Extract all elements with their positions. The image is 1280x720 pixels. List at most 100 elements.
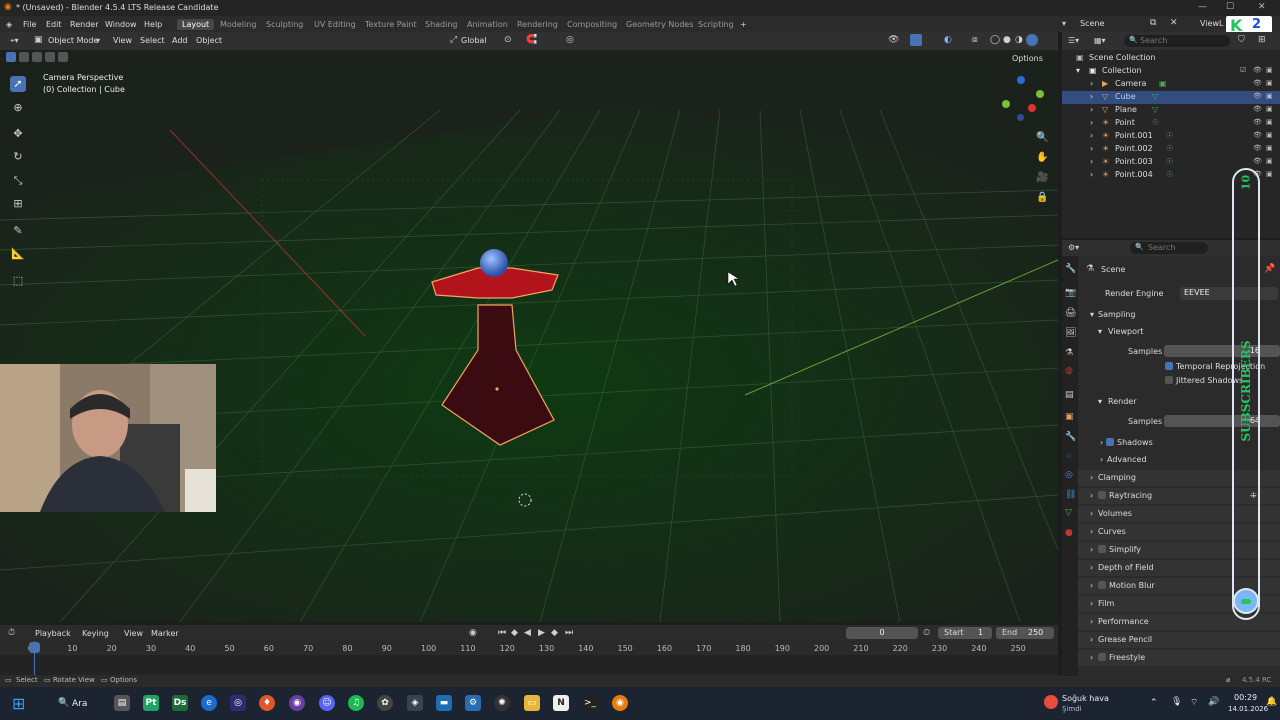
app-purple-icon[interactable]: ◉	[289, 695, 305, 711]
menu-render[interactable]: Render	[70, 20, 98, 29]
delete-scene-icon[interactable]: ✕	[1170, 18, 1178, 28]
timeline-menu-view[interactable]: View	[124, 629, 143, 638]
outliner-row-point-003[interactable]: › ☀ Point.003 ☉ 👁 ▣	[1062, 156, 1280, 169]
chevron-right-icon[interactable]: ›	[1090, 105, 1093, 114]
outliner-row-cube[interactable]: › ▽ Cube ▽ 👁 ▣	[1062, 91, 1280, 104]
tab-layout[interactable]: Layout	[177, 19, 215, 30]
render-samples-field[interactable]: 64	[1164, 415, 1280, 427]
select-box-tool-icon[interactable]: ➚	[10, 76, 26, 92]
raytracing-checkbox[interactable]	[1098, 491, 1106, 499]
eye-icon[interactable]: 👁	[1253, 79, 1262, 87]
outliner-search-input[interactable]: 🔍 Search	[1124, 35, 1230, 47]
options-dropdown[interactable]: Options	[1012, 54, 1043, 63]
annotate-tool-icon[interactable]: ✎	[10, 223, 26, 239]
taskbar-search[interactable]: 🔍 Ara	[46, 694, 94, 714]
visibility-icon[interactable]: 👁	[888, 35, 899, 45]
tab-uv-editing[interactable]: UV Editing	[314, 20, 356, 29]
3d-viewport[interactable]: Camera Perspective (0) Collection | Cube…	[0, 50, 1058, 622]
timeline-editor-icon[interactable]: ⏱	[8, 628, 15, 638]
maximize-icon[interactable]: ☐	[1226, 2, 1234, 12]
shading-material-icon[interactable]: ◑	[1015, 35, 1023, 45]
properties-editor-icon[interactable]: ⚙▾	[1068, 243, 1079, 252]
next-keyframe-icon[interactable]: ◆	[551, 628, 558, 638]
select-invert-icon[interactable]	[45, 52, 55, 62]
select-new-icon[interactable]	[6, 52, 16, 62]
dataspell-icon[interactable]: Ds	[172, 695, 188, 711]
app-gear-icon[interactable]: ◈	[407, 695, 423, 711]
vp-menu-select[interactable]: Select	[140, 36, 165, 45]
pycharm-icon[interactable]: Pt	[143, 695, 159, 711]
settings-icon[interactable]: ⚙	[465, 695, 481, 711]
temporal-reprojection-checkbox[interactable]	[1165, 362, 1173, 370]
play-reverse-icon[interactable]: ◀	[524, 628, 531, 638]
render-camera-icon[interactable]: ▣	[1266, 66, 1273, 74]
outliner-row-camera[interactable]: › ▶ Camera ▣ 👁 ▣	[1062, 78, 1280, 91]
jump-end-icon[interactable]: ⏭	[565, 628, 573, 638]
gizmo-neg-y-icon[interactable]	[1002, 100, 1010, 108]
prev-keyframe-icon[interactable]: ◆	[511, 628, 518, 638]
tab-sculpting[interactable]: Sculpting	[266, 20, 303, 29]
add-cube-tool-icon[interactable]: ⬚	[10, 273, 26, 289]
terminal-icon[interactable]: >_	[582, 695, 598, 711]
playhead-handle[interactable]	[29, 642, 40, 653]
current-frame-field[interactable]: 0	[846, 627, 918, 639]
tab-texture-paint[interactable]: Texture Paint	[365, 20, 417, 29]
frame-ruler[interactable]: 0102030405060708090100110120130140150160…	[0, 641, 1058, 655]
freestyle-checkbox[interactable]	[1098, 653, 1106, 661]
render-camera-icon[interactable]: ▣	[1266, 79, 1273, 87]
record-icon[interactable]: ◉	[469, 628, 477, 638]
chevron-right-icon[interactable]: ›	[1090, 131, 1093, 140]
render-camera-icon[interactable]: ▣	[1266, 131, 1273, 139]
snap-icon[interactable]: 🧲	[526, 35, 537, 45]
chevron-right-icon[interactable]: ›	[1090, 157, 1093, 166]
spotify-icon[interactable]: ♫	[348, 695, 364, 711]
material-tab-icon[interactable]: ●	[1065, 528, 1073, 538]
constraints-tab-icon[interactable]: ⛓	[1065, 490, 1076, 500]
outliner-editor-icon[interactable]: ☰▾	[1068, 36, 1079, 45]
measure-tool-icon[interactable]: 📐	[10, 246, 26, 262]
particles-tab-icon[interactable]: ⁘	[1065, 452, 1073, 462]
chevron-up-icon[interactable]: ⌃	[1150, 698, 1158, 708]
physics-tab-icon[interactable]: ◎	[1065, 470, 1073, 480]
jump-start-icon[interactable]: ⏮	[498, 628, 506, 638]
vp-menu-object[interactable]: Object	[196, 36, 222, 45]
render-camera-icon[interactable]: ▣	[1266, 118, 1273, 126]
openai-icon[interactable]: ✺	[494, 695, 510, 711]
chevron-right-icon[interactable]: ›	[1090, 92, 1093, 101]
select-subtract-icon[interactable]	[32, 52, 42, 62]
render-camera-icon[interactable]: ▣	[1266, 92, 1273, 100]
menu-file[interactable]: File	[23, 20, 36, 29]
simplify-checkbox[interactable]	[1098, 545, 1106, 553]
clock-date[interactable]: 14.01.2026	[1228, 705, 1268, 713]
display-mode-icon[interactable]: ▦▾	[1094, 36, 1106, 45]
chevron-right-icon[interactable]: ›	[1090, 144, 1093, 153]
outliner-row-collection[interactable]: ▾ ▣ Collection ☑ 👁 ▣	[1062, 65, 1280, 78]
shading-rendered-icon[interactable]	[1026, 34, 1038, 46]
pin-icon[interactable]: 📌	[1264, 264, 1275, 274]
tab-animation[interactable]: Animation	[467, 20, 508, 29]
scene-name[interactable]: Scene	[1080, 19, 1104, 28]
clock-time[interactable]: 00:29	[1234, 693, 1257, 702]
editor-type-icon[interactable]: ⌖▾	[10, 36, 19, 46]
object-tab-icon[interactable]: ▣	[1065, 412, 1074, 422]
vp-menu-add[interactable]: Add	[172, 36, 188, 45]
overlay-toggle-icon[interactable]: ◐	[944, 35, 952, 45]
pan-hand-icon[interactable]: ✋	[1036, 152, 1048, 163]
cursor-tool-icon[interactable]: ⊕	[10, 100, 26, 116]
microphone-icon[interactable]: 🎙	[1171, 697, 1182, 707]
tab-geometry-nodes[interactable]: Geometry Nodes	[626, 20, 693, 29]
panel-grease-pencil[interactable]: › Grease Pencil	[1078, 632, 1280, 648]
proportional-edit-icon[interactable]: ◎	[566, 35, 574, 45]
data-tab-icon[interactable]: ▽	[1065, 508, 1072, 518]
eye-icon[interactable]: 👁	[1253, 92, 1262, 100]
tab-shading[interactable]: Shading	[425, 20, 458, 29]
timeline-menu-playback[interactable]: Playback	[35, 629, 71, 638]
pivot-icon[interactable]: ⊙	[504, 35, 512, 45]
eye-icon[interactable]: 👁	[1253, 131, 1262, 139]
notification-bell-icon[interactable]: 🔔	[1266, 697, 1277, 707]
windows-start-icon[interactable]: ⊞	[12, 694, 25, 713]
viewport-samples-field[interactable]: 16	[1164, 345, 1280, 357]
wifi-icon[interactable]: ⌔	[1190, 697, 1198, 708]
move-tool-icon[interactable]: ✥	[10, 126, 26, 142]
tab-rendering[interactable]: Rendering	[517, 20, 558, 29]
